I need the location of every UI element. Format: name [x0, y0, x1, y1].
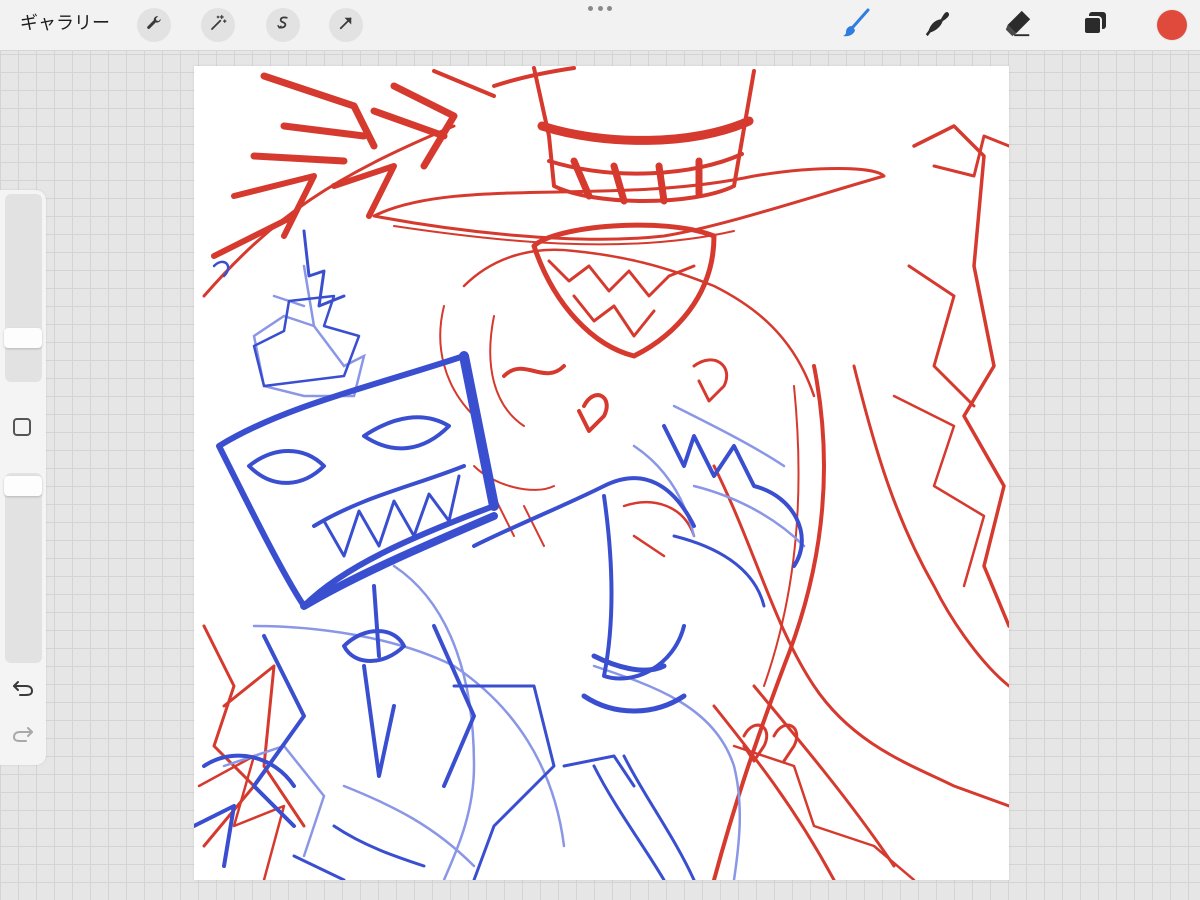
brush-tool-button[interactable] [838, 7, 874, 43]
gallery-button[interactable]: ギャラリー [20, 12, 110, 36]
layers-button[interactable] [1077, 7, 1113, 43]
top-toolbar: ギャラリー [0, 0, 1200, 51]
selection-icon [274, 14, 292, 36]
brush-size-slider[interactable] [4, 194, 42, 382]
redo-button[interactable] [10, 725, 36, 747]
more-options-dots[interactable] [588, 6, 612, 14]
opacity-slider-thumb[interactable] [4, 476, 42, 496]
transform-button[interactable] [329, 8, 363, 42]
undo-icon [12, 679, 34, 701]
magic-wand-icon [209, 14, 227, 36]
adjustments-button[interactable] [201, 8, 235, 42]
wrench-icon [145, 14, 163, 36]
eraser-tool-button[interactable] [1000, 7, 1036, 43]
drawing-canvas[interactable] [194, 66, 1009, 880]
smudge-tool-button[interactable] [920, 7, 956, 43]
light-blue-sketch [222, 264, 806, 880]
redo-icon [12, 725, 34, 747]
undo-button[interactable] [10, 679, 36, 701]
sketch-artwork [194, 66, 1009, 880]
opacity-slider[interactable] [4, 473, 42, 663]
smudge-icon [923, 8, 953, 42]
selection-button[interactable] [266, 8, 300, 42]
transform-arrow-icon [337, 14, 355, 36]
color-picker-button[interactable] [1157, 10, 1187, 40]
blue-sketch [194, 229, 804, 880]
eraser-icon [1003, 8, 1033, 42]
left-sidebar [0, 190, 46, 765]
modify-square-icon[interactable] [13, 418, 31, 436]
brush-size-slider-thumb[interactable] [4, 328, 42, 348]
brush-icon [840, 7, 872, 43]
layers-icon [1081, 9, 1109, 41]
actions-button[interactable] [137, 8, 171, 42]
